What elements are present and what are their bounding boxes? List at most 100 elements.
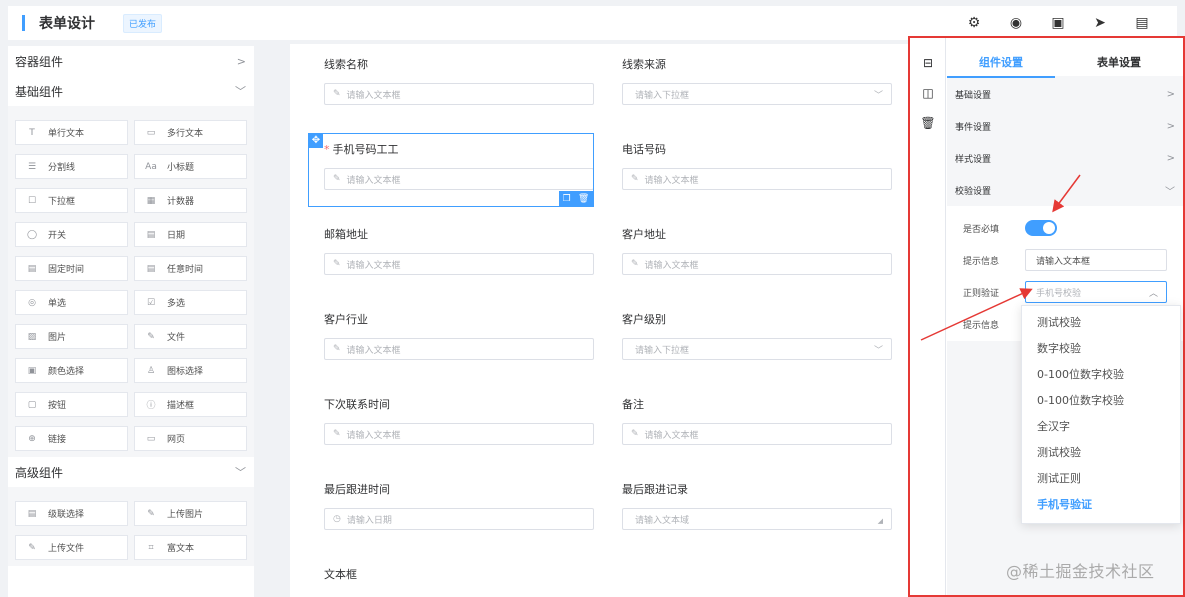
field-label-text: 线索来源 xyxy=(622,58,666,71)
delete-icon[interactable]: 🗑 xyxy=(910,116,946,140)
section-label: 校验设置 xyxy=(955,186,992,197)
component-item[interactable]: ⌗ 富文本 xyxy=(134,535,247,560)
resize-handle-icon[interactable]: ◢ xyxy=(878,517,883,525)
placeholder-text: 请输入文本框 xyxy=(644,175,699,186)
text-input[interactable]: ✎ 请输入文本框 xyxy=(324,253,594,275)
copy-icon[interactable]: ❐ xyxy=(563,194,571,204)
divider-icon: ☰ xyxy=(27,161,37,172)
field-label-text: 客户地址 xyxy=(622,228,666,241)
document-icon[interactable]: ▤ xyxy=(1121,15,1163,31)
single-column-icon[interactable]: ⊟ xyxy=(910,56,946,80)
dropdown-option[interactable]: 测试校验 xyxy=(1022,440,1180,466)
text-input[interactable]: ✎ 请输入文本框 xyxy=(622,168,892,190)
group-container-components[interactable]: 容器组件 > xyxy=(8,46,254,76)
component-item[interactable]: ⓘ 描述框 xyxy=(134,392,247,417)
placeholder-text: 请输入文本框 xyxy=(346,345,401,356)
gear-icon[interactable]: ⚙ xyxy=(953,15,995,31)
text-input[interactable]: ◷ 请输入日期 xyxy=(324,508,594,530)
section-validation-settings[interactable]: 校验设置 ﹀ xyxy=(947,174,1183,206)
section-event-settings[interactable]: 事件设置 > xyxy=(947,110,1183,142)
send-icon[interactable]: ➤ xyxy=(1079,15,1121,31)
section-label: 样式设置 xyxy=(955,154,992,165)
page-title: 表单设计 xyxy=(39,16,95,32)
chevron-right-icon: > xyxy=(1166,152,1175,164)
regex-select[interactable]: 手机号校验 ︿ xyxy=(1025,281,1167,303)
component-item[interactable]: ▤ 任意时间 xyxy=(134,256,247,281)
component-item[interactable]: ▤ 日期 xyxy=(134,222,247,247)
component-item[interactable]: Aa 小标题 xyxy=(134,154,247,179)
form-field: 备注 ✎ 请输入文本框 xyxy=(622,396,892,445)
group-advanced-components[interactable]: 高级组件 ﹀ xyxy=(8,457,254,487)
tab-component-settings[interactable]: 组件设置 xyxy=(947,38,1055,78)
component-item[interactable]: ▦ 计数器 xyxy=(134,188,247,213)
component-item[interactable]: ▤ 级联选择 xyxy=(15,501,128,526)
watermark: @稀土掘金技术社区 xyxy=(1006,562,1155,581)
section-basic-settings[interactable]: 基础设置 > xyxy=(947,78,1183,110)
tab-form-settings[interactable]: 表单设置 xyxy=(1055,38,1183,76)
component-item[interactable]: ✎ 文件 xyxy=(134,324,247,349)
info-icon: ⓘ xyxy=(146,401,156,411)
component-item[interactable]: ▤ 固定时间 xyxy=(15,256,128,281)
dropdown-option[interactable]: 全汉字 xyxy=(1022,414,1180,440)
field-label-text: 备注 xyxy=(622,398,644,411)
field-label-text: 线索名称 xyxy=(324,58,368,71)
dropdown-option[interactable]: 数字校验 xyxy=(1022,336,1180,362)
select-input[interactable]: 请输入下拉框 ﹀ xyxy=(622,83,892,105)
component-item[interactable]: ☑ 多选 xyxy=(134,290,247,315)
section-style-settings[interactable]: 样式设置 > xyxy=(947,142,1183,174)
component-item[interactable]: ♙ 图标选择 xyxy=(134,358,247,383)
regex-row: 正则验证 手机号校验 ︿ xyxy=(947,276,1183,308)
component-item[interactable]: ◯ 开关 xyxy=(15,222,128,247)
toolbar-icons: ⚙ ◉ ▣ ➤ ▤ xyxy=(953,6,1163,40)
text-input[interactable]: ✎ 请输入文本框 xyxy=(324,423,594,445)
component-item[interactable]: ⊕ 链接 xyxy=(15,426,128,451)
hint-row: 提示信息 请输入文本框 xyxy=(947,244,1183,276)
pencil-icon: ✎ xyxy=(333,259,341,269)
text-input[interactable]: ✎ 请输入文本框 xyxy=(622,423,892,445)
two-column-icon[interactable]: ◫ xyxy=(910,86,946,110)
group-basic-components[interactable]: 基础组件 ﹀ xyxy=(8,76,254,106)
component-item[interactable]: T 单行文本 xyxy=(15,120,128,145)
component-item[interactable]: ▭ 多行文本 xyxy=(134,120,247,145)
component-item[interactable]: ☐ 下拉框 xyxy=(15,188,128,213)
layout-tool-strip: ⊟ ◫ 🗑 xyxy=(910,38,946,595)
selected-field-frame[interactable]: ✥ ❐ 🗑 xyxy=(308,133,594,207)
component-label: 级联选择 xyxy=(48,510,85,520)
chevron-right-icon: > xyxy=(1166,88,1175,100)
component-label: 网页 xyxy=(167,435,186,445)
radio-icon: ◎ xyxy=(28,297,36,308)
text-input[interactable]: ✎ 请输入文本框 xyxy=(324,83,594,105)
text-input[interactable]: ✎ 请输入文本框 xyxy=(324,338,594,360)
date-icon: ▤ xyxy=(146,229,156,240)
counter-icon: ▦ xyxy=(146,195,156,206)
component-item[interactable]: ▭ 网页 xyxy=(134,426,247,451)
dropdown-option[interactable]: 手机号验证 xyxy=(1022,492,1180,518)
component-item[interactable]: ◎ 单选 xyxy=(15,290,128,315)
trash-icon[interactable]: 🗑 xyxy=(578,194,589,204)
eye-icon[interactable]: ◉ xyxy=(995,15,1037,31)
group-label: 基础组件 xyxy=(15,84,64,99)
component-item[interactable]: ▢ 按钮 xyxy=(15,392,128,417)
move-handle-icon[interactable]: ✥ xyxy=(309,134,323,148)
hint-input[interactable]: 请输入文本框 xyxy=(1025,249,1167,271)
form-field: 客户级别 请输入下拉框 ﹀ xyxy=(622,311,892,360)
component-item[interactable]: ✎ 上传图片 xyxy=(134,501,247,526)
component-label: 文件 xyxy=(167,333,186,343)
dropdown-option[interactable]: 0-100位数字校验 xyxy=(1022,388,1180,414)
required-toggle[interactable] xyxy=(1025,220,1057,236)
component-item[interactable]: ▣ 颜色选择 xyxy=(15,358,128,383)
placeholder-text: 请输入文本框 xyxy=(346,90,401,101)
text-input[interactable]: ✎ 请输入文本框 xyxy=(622,253,892,275)
dropdown-option[interactable]: 测试正则 xyxy=(1022,466,1180,492)
select-input[interactable]: 请输入下拉框 ﹀ xyxy=(622,338,892,360)
component-item[interactable]: ☰ 分割线 xyxy=(15,154,128,179)
dropdown-option[interactable]: 0-100位数字校验 xyxy=(1022,362,1180,388)
dropdown-option[interactable]: 测试校验 xyxy=(1022,310,1180,336)
textarea-input[interactable]: 请输入文本域 ◢ xyxy=(622,508,892,530)
upload-file-icon: ✎ xyxy=(28,542,36,553)
component-item[interactable]: ▨ 图片 xyxy=(15,324,128,349)
save-icon[interactable]: ▣ xyxy=(1037,15,1079,31)
field-label: 客户行业 xyxy=(324,311,594,326)
field-label: 邮箱地址 xyxy=(324,226,594,241)
component-item[interactable]: ✎ 上传文件 xyxy=(15,535,128,560)
